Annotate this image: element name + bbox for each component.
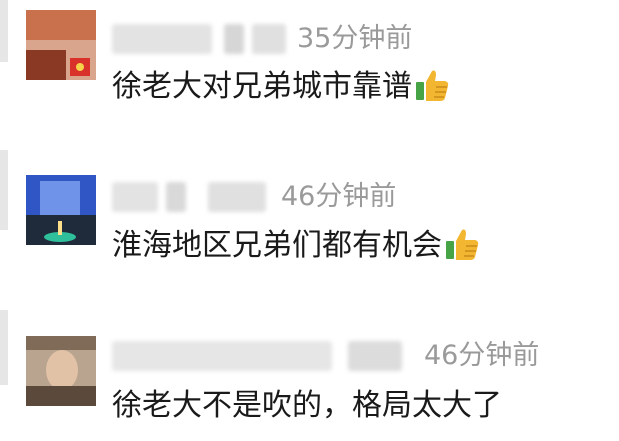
avatar[interactable] bbox=[26, 175, 96, 245]
comment-item: 46分钟前 淮海地区兄弟们都有机会 bbox=[0, 150, 619, 280]
comment-time: 46分钟前 bbox=[424, 340, 540, 371]
comment-time: 46分钟前 bbox=[281, 181, 397, 212]
quote-bar bbox=[0, 150, 8, 230]
username-blurred[interactable] bbox=[112, 24, 290, 54]
comment-text-content: 徐老大不是吹的，格局太大了 bbox=[112, 388, 502, 423]
comment-text-content: 淮海地区兄弟们都有机会 bbox=[112, 228, 442, 263]
comment-text: 徐老大不是吹的，格局太大了 bbox=[112, 388, 502, 424]
username-blurred[interactable] bbox=[112, 182, 272, 212]
avatar-image bbox=[26, 10, 96, 80]
quote-bar bbox=[0, 0, 8, 62]
comment-item: 35分钟前 徐老大对兄弟城市靠谱 bbox=[0, 0, 619, 130]
comment-text: 徐老大对兄弟城市靠谱 bbox=[112, 68, 450, 111]
avatar-image bbox=[26, 175, 96, 245]
quote-bar bbox=[0, 310, 8, 385]
comment-time: 35分钟前 bbox=[297, 23, 413, 54]
comment-text-content: 徐老大对兄弟城市靠谱 bbox=[112, 69, 412, 104]
username-blurred[interactable] bbox=[112, 341, 412, 371]
thumbs-up-icon bbox=[444, 227, 480, 270]
thumbs-up-icon bbox=[414, 68, 450, 111]
avatar[interactable] bbox=[26, 10, 96, 80]
comment-item: 46分钟前 徐老大不是吹的，格局太大了 bbox=[0, 300, 619, 441]
avatar-image bbox=[26, 336, 96, 406]
avatar[interactable] bbox=[26, 336, 96, 406]
comment-text: 淮海地区兄弟们都有机会 bbox=[112, 227, 480, 270]
